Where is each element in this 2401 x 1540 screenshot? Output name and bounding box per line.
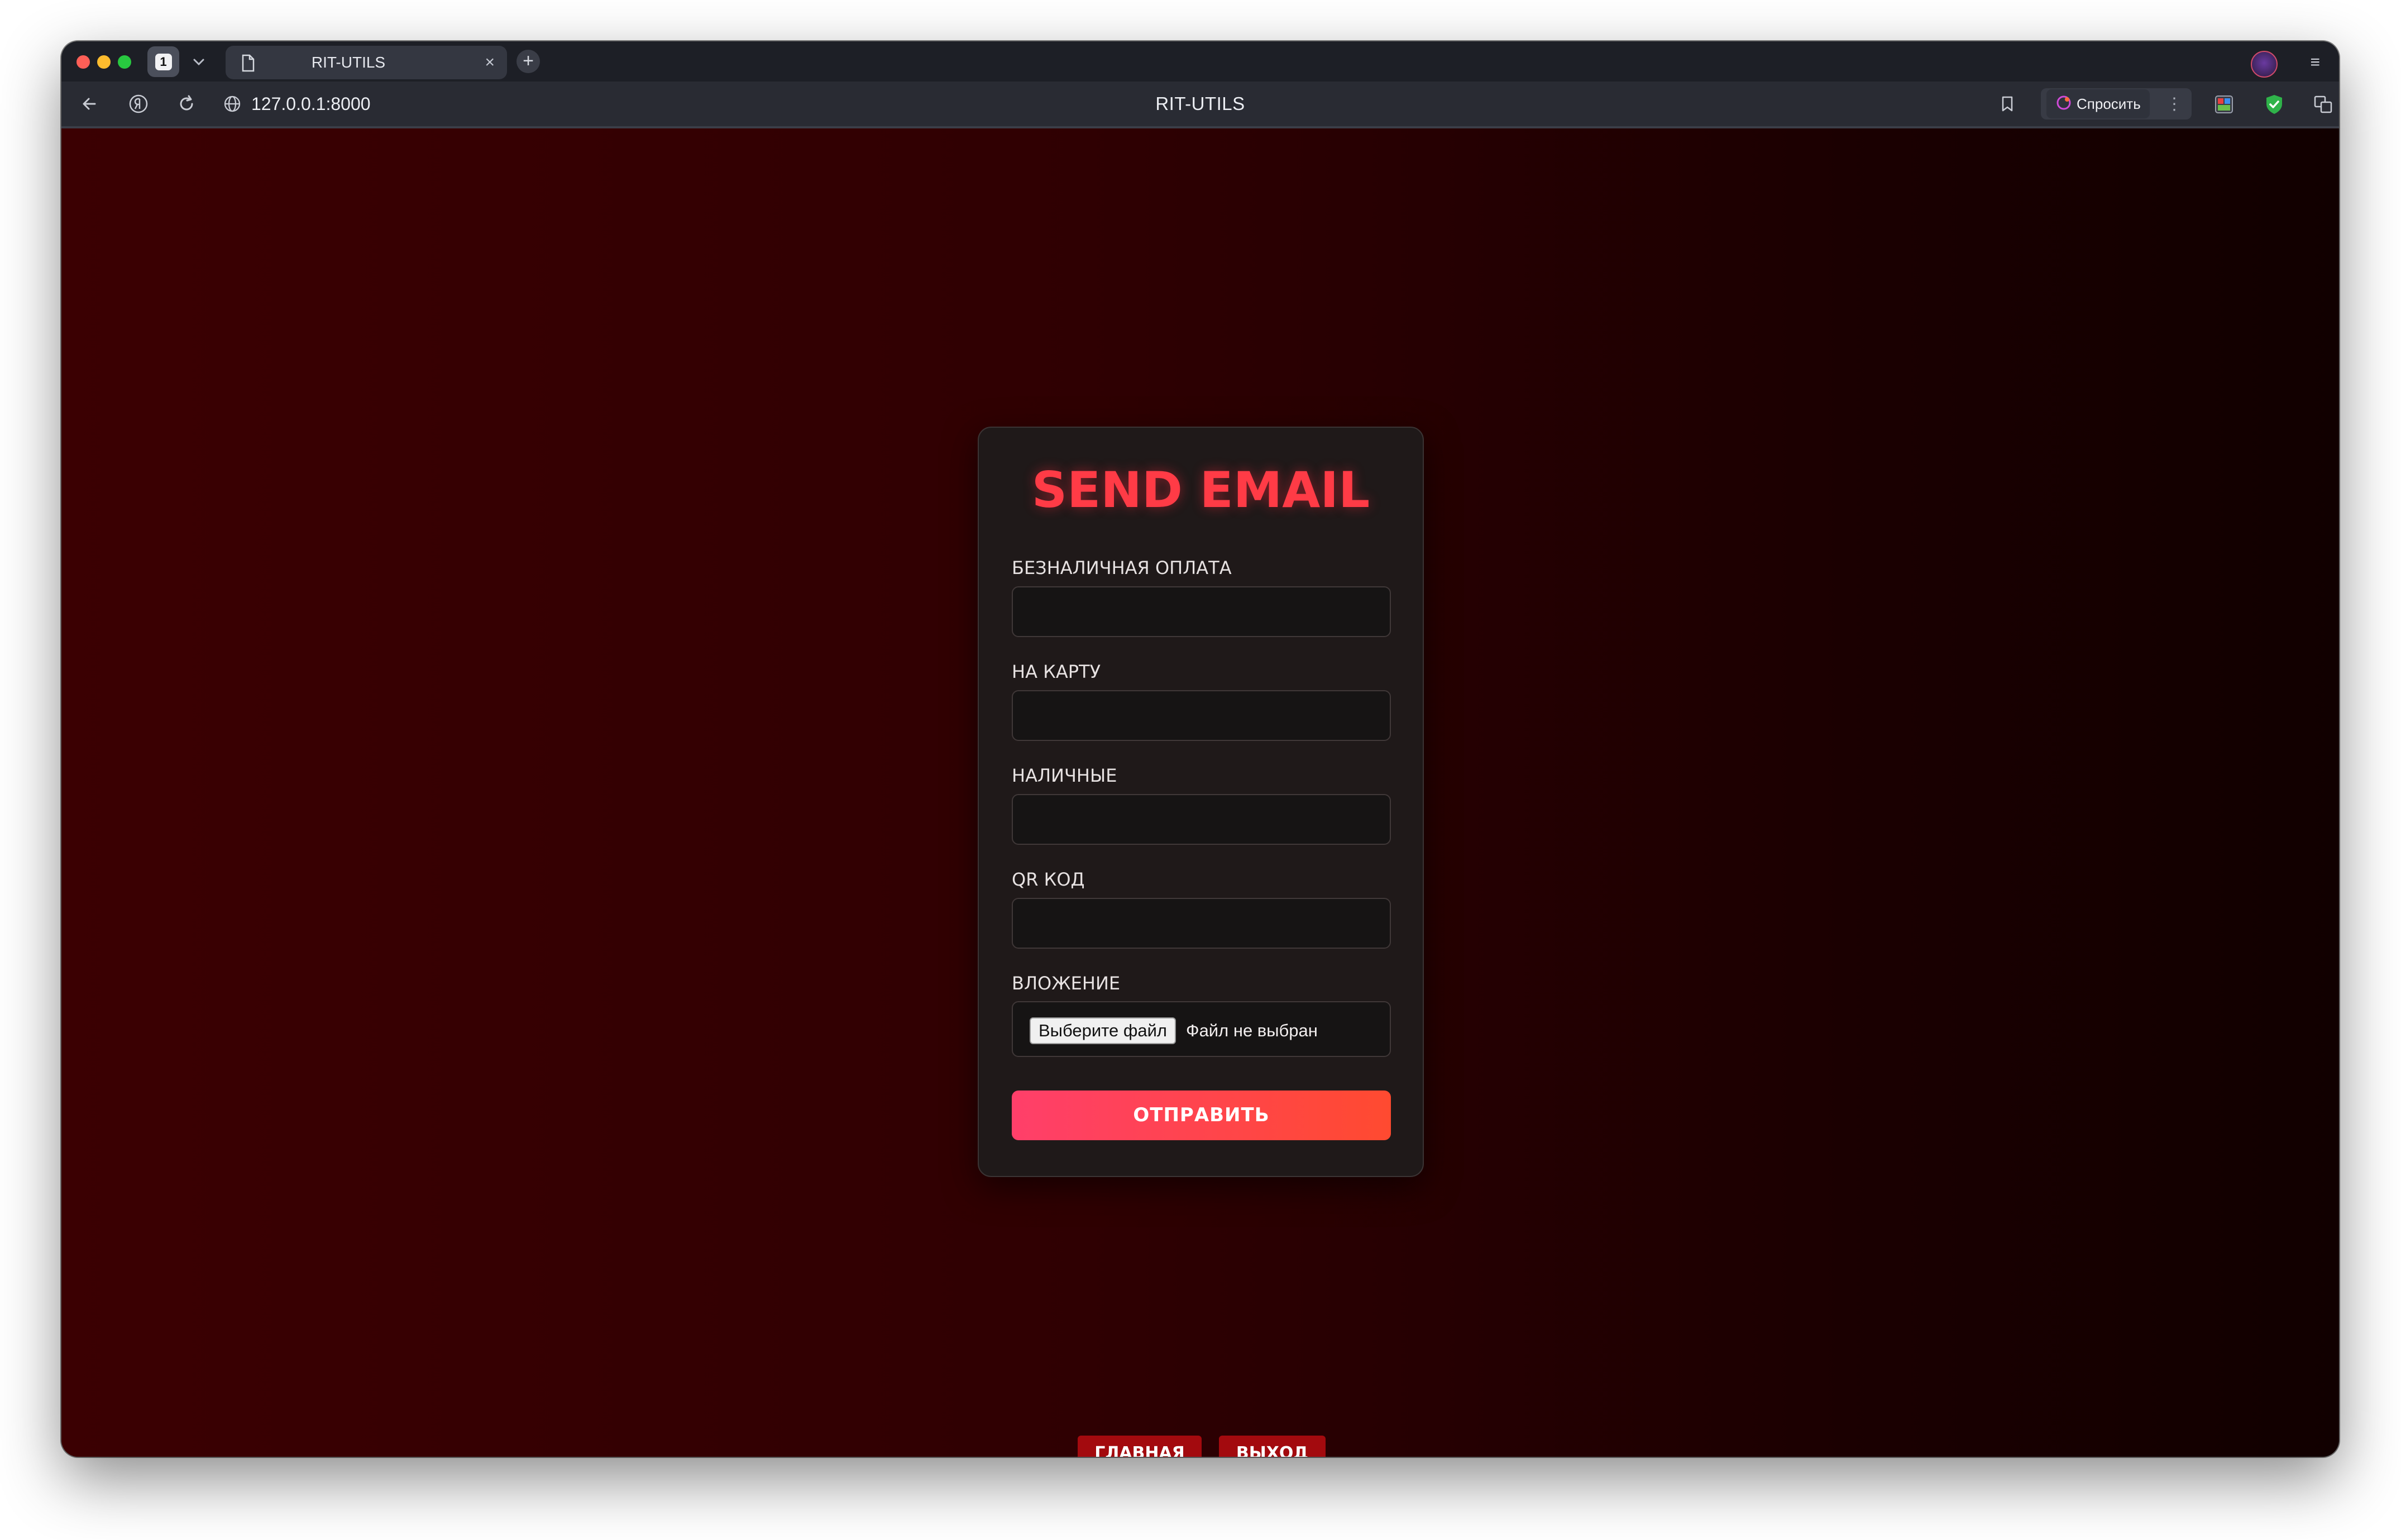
logout-button[interactable]: ВЫХОД xyxy=(1219,1436,1326,1457)
profile-avatar[interactable] xyxy=(2251,51,2278,78)
bookmark-icon[interactable] xyxy=(1996,93,2019,118)
tab-counter-button[interactable]: 1 xyxy=(147,46,179,77)
field-label-attachment: ВЛОЖЕНИЕ xyxy=(1012,973,1121,994)
field-label-qr: QR КОД xyxy=(1012,869,1085,890)
field-label-cash: НАЛИЧНЫЕ xyxy=(1012,765,1117,786)
tab-rit-utils[interactable]: RIT-UTILS × xyxy=(226,46,507,79)
send-email-form: SEND EMAIL БЕЗНАЛИЧНАЯ ОПЛАТА НА КАРТУ Н… xyxy=(978,427,1424,1177)
extension-icon[interactable] xyxy=(2211,92,2237,117)
document-icon xyxy=(240,54,256,75)
cash-payment-input[interactable] xyxy=(1012,794,1391,845)
card-payment-input[interactable] xyxy=(1012,690,1391,741)
translate-icon[interactable] xyxy=(2311,92,2336,117)
close-window-button[interactable] xyxy=(76,55,90,69)
browser-window: 1 RIT-UTILS × + ≡ 127.0.0.1:8000 RIT-UTI… xyxy=(61,41,2339,1457)
page-viewport: SEND EMAIL БЕЗНАЛИЧНАЯ ОПЛАТА НА КАРТУ Н… xyxy=(61,128,2339,1457)
choose-file-button[interactable]: Выберите файл xyxy=(1030,1017,1176,1044)
address-bar: 127.0.0.1:8000 RIT-UTILS Спросить ⋮ xyxy=(61,82,2339,128)
more-icon[interactable]: ⋮ xyxy=(2166,94,2183,114)
shield-icon[interactable] xyxy=(2261,92,2287,117)
file-status: Файл не выбран xyxy=(1186,1021,1318,1040)
minimize-window-button[interactable] xyxy=(97,55,111,69)
field-label-card: НА КАРТУ xyxy=(1012,661,1101,682)
field-label-cashless: БЕЗНАЛИЧНАЯ ОПЛАТА xyxy=(1012,557,1232,578)
qr-code-input[interactable] xyxy=(1012,898,1391,949)
tab-list-chevron-icon[interactable] xyxy=(188,51,210,73)
tab-close-icon[interactable]: × xyxy=(485,54,495,71)
submit-button[interactable]: ОТПРАВИТЬ xyxy=(1012,1091,1391,1140)
tab-title: RIT-UTILS xyxy=(311,54,386,71)
cashless-payment-input[interactable] xyxy=(1012,586,1391,637)
ask-label: Спросить xyxy=(2077,95,2141,112)
zoom-window-button[interactable] xyxy=(118,55,131,69)
menu-icon[interactable]: ≡ xyxy=(2310,53,2320,72)
tab-count: 1 xyxy=(155,53,172,70)
new-tab-button[interactable]: + xyxy=(516,50,540,73)
form-title: SEND EMAIL xyxy=(1031,461,1370,519)
tab-bar: 1 RIT-UTILS × + ≡ xyxy=(61,41,2339,82)
ai-sparkle-icon xyxy=(2055,94,2072,114)
ask-ai-button[interactable]: Спросить ⋮ xyxy=(2041,88,2192,119)
home-button[interactable]: ГЛАВНАЯ xyxy=(1078,1436,1202,1457)
attachment-file-input: Выберите файл Файл не выбран xyxy=(1012,1001,1391,1057)
